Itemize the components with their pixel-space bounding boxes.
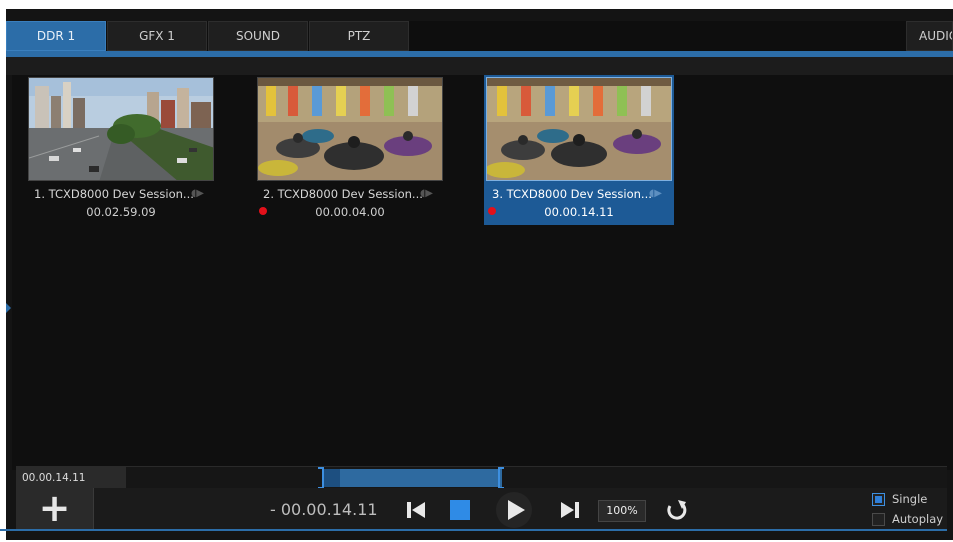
clip-thumbnail-2 (257, 77, 443, 181)
autoplay-checkbox[interactable] (872, 513, 885, 526)
bottom-accent-line (0, 529, 947, 531)
scrub-bar: 00.00.14.11 (16, 466, 947, 489)
out-point-handle[interactable] (498, 467, 504, 489)
playlist-bin: 1. TCXD8000 Dev Session... ◖▶ 00.02.59.0… (12, 75, 953, 470)
loop-icon (667, 500, 687, 520)
ddr-panel: DDR 1 GFX 1 SOUND PTZ AUDIO (6, 9, 953, 540)
speaker-icon: ◖▶ (420, 188, 433, 199)
plus-icon: + (38, 486, 71, 530)
playback-options: Single Autoplay (872, 490, 947, 530)
playlist-item-2[interactable]: 2. TCXD8000 Dev Session... ◖▶ 00.00.04.0… (255, 75, 445, 225)
clip-thumbnail-1 (28, 77, 214, 181)
timeline-track[interactable] (126, 467, 947, 489)
skip-forward-icon (561, 502, 579, 518)
single-label: Single (892, 492, 928, 506)
in-point-handle[interactable] (318, 467, 324, 489)
speaker-icon: ◖▶ (649, 188, 662, 199)
tab-sound[interactable]: SOUND (208, 21, 308, 51)
skip-back-icon (407, 502, 425, 518)
tab-audio[interactable]: AUDIO (906, 21, 953, 51)
loop-button[interactable] (658, 492, 694, 528)
stop-icon (450, 500, 470, 520)
clip-title-2: 2. TCXD8000 Dev Session... (263, 187, 423, 201)
transport-bar: + - 00.00.14.11 100% Single Autoplay (16, 488, 947, 531)
toolbar-strip (6, 57, 953, 75)
play-icon (508, 500, 525, 520)
tab-ddr1[interactable]: DDR 1 (6, 21, 106, 51)
playlist-item-3[interactable]: 3. TCXD8000 Dev Session... ◖▶ 00.00.14.1… (484, 75, 674, 225)
playlist-item-1[interactable]: 1. TCXD8000 Dev Session... ◖▶ 00.02.59.0… (26, 75, 216, 225)
autoplay-label: Autoplay (892, 512, 944, 526)
scrub-time-readout: 00.00.14.11 (16, 467, 126, 489)
skip-back-button[interactable] (398, 492, 434, 528)
speed-control[interactable]: 100% (598, 500, 646, 522)
stop-button[interactable] (442, 492, 478, 528)
remaining-time: - 00.00.14.11 (270, 500, 378, 519)
expand-arrow-icon[interactable] (6, 303, 11, 313)
clip-title-3: 3. TCXD8000 Dev Session... (492, 187, 652, 201)
clip-duration-3: 00.00.14.11 (544, 205, 614, 219)
clip-duration-2: 00.00.04.00 (315, 205, 385, 219)
skip-forward-button[interactable] (552, 492, 588, 528)
single-option[interactable]: Single (872, 490, 947, 510)
clip-title-1: 1. TCXD8000 Dev Session... (34, 187, 194, 201)
speaker-icon: ◖▶ (191, 188, 204, 199)
single-checkbox[interactable] (872, 493, 885, 506)
clip-duration-1: 00.02.59.09 (86, 205, 156, 219)
tab-bar: DDR 1 GFX 1 SOUND PTZ AUDIO (6, 21, 953, 51)
clip-thumbnail-3 (486, 77, 672, 181)
clip-range (322, 469, 502, 487)
tab-gfx1[interactable]: GFX 1 (107, 21, 207, 51)
autoplay-option[interactable]: Autoplay (872, 510, 947, 530)
tab-ptz[interactable]: PTZ (309, 21, 409, 51)
add-media-button[interactable]: + (16, 488, 94, 531)
play-button[interactable] (496, 492, 532, 528)
playhead-region (322, 469, 340, 487)
ddr-app: DDR 1 GFX 1 SOUND PTZ AUDIO (0, 0, 953, 542)
